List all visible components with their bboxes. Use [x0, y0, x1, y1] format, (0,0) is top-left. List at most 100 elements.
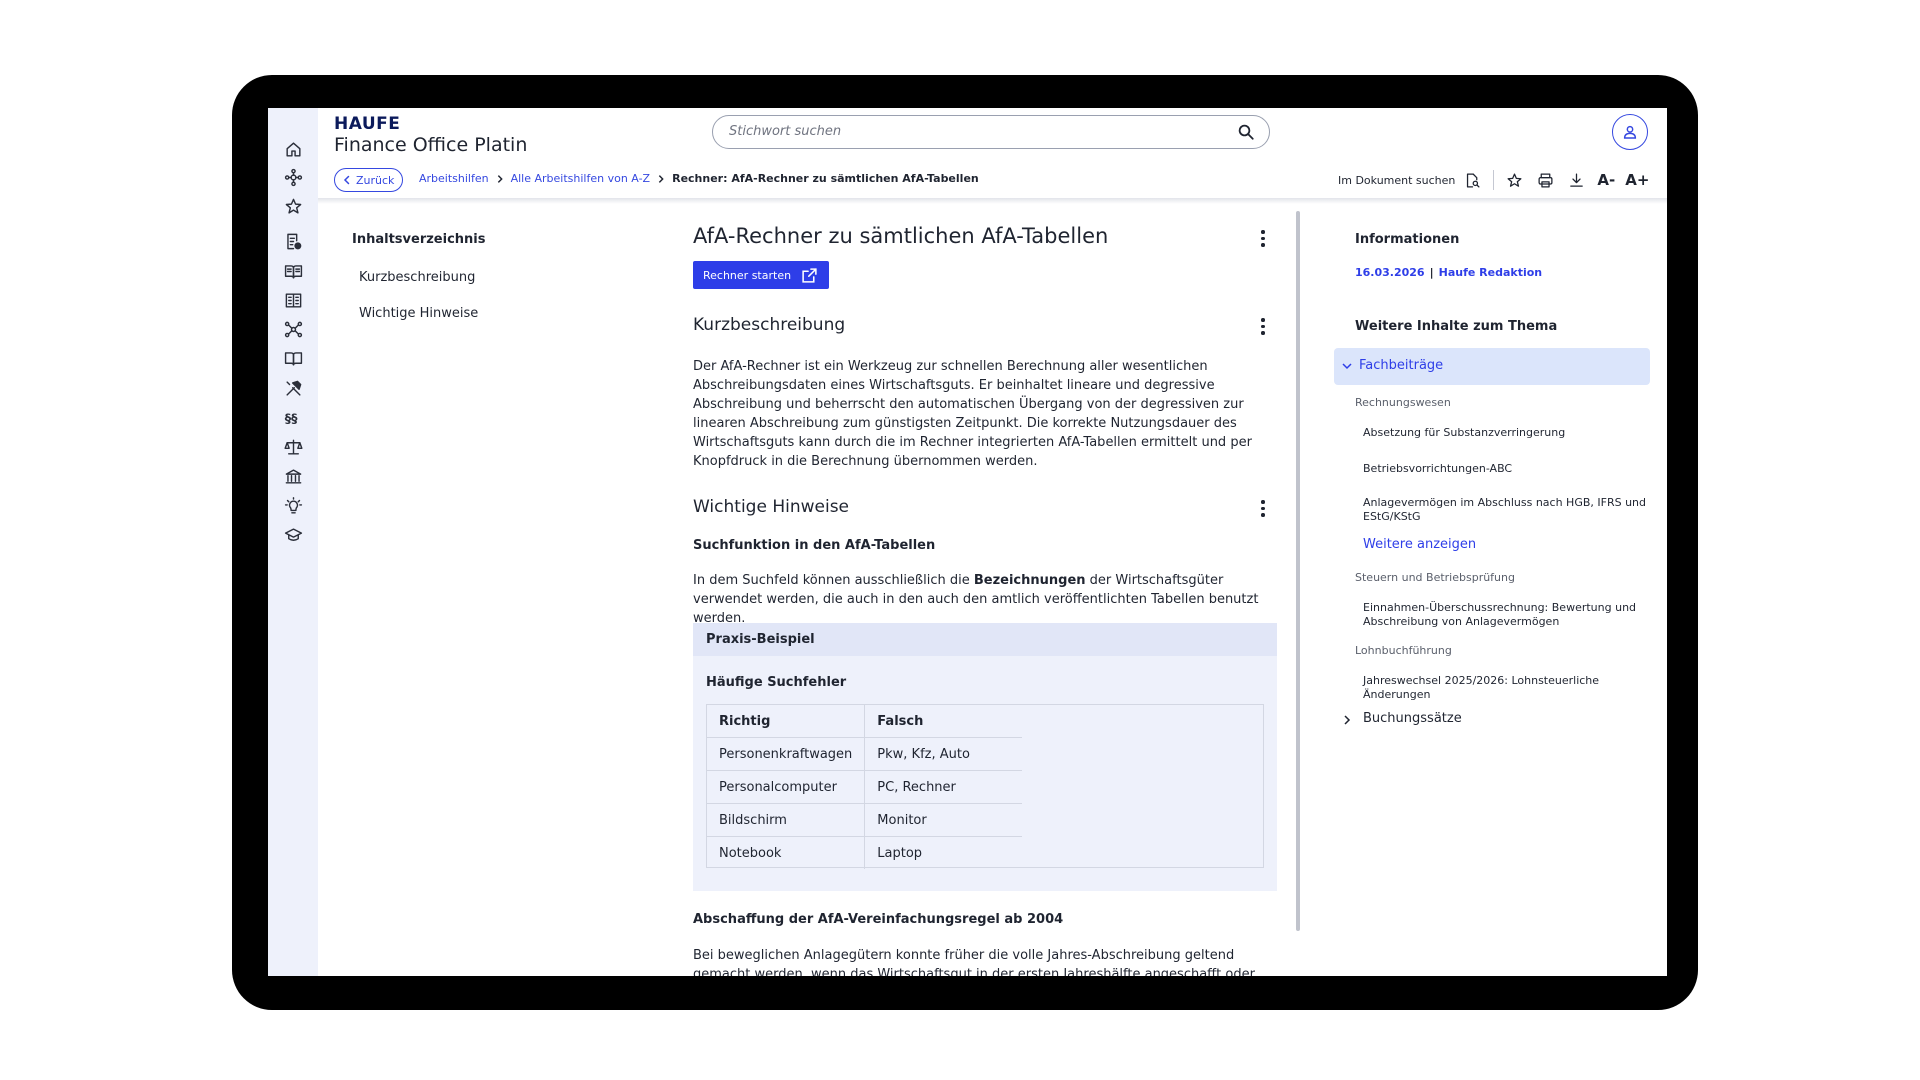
bank-icon[interactable] — [283, 466, 303, 486]
text-part: In dem Suchfeld können ausschließlich di… — [693, 573, 974, 588]
start-calculator-label: Rechner starten — [703, 268, 792, 282]
user-icon — [1623, 125, 1637, 139]
toc-item-kurzbeschreibung[interactable]: Kurzbeschreibung — [359, 270, 475, 285]
subsection-suchfunktion-text: In dem Suchfeld können ausschließlich di… — [693, 571, 1273, 628]
toc-item-hinweise[interactable]: Wichtige Hinweise — [359, 306, 478, 321]
chevron-down-icon — [1342, 363, 1352, 370]
content-scrollbar[interactable] — [1296, 211, 1300, 931]
open-book-icon[interactable] — [283, 261, 303, 281]
app-screen: §§ HAUFE Finance Office Platin Zurück Ar… — [268, 108, 1667, 976]
table-cell: Monitor — [864, 803, 1023, 837]
document-settings-icon[interactable] — [283, 231, 303, 251]
info-author[interactable]: Haufe Redaktion — [1439, 266, 1543, 279]
search-icon[interactable] — [1237, 123, 1255, 145]
section-title-kurzbeschreibung: Kurzbeschreibung — [693, 315, 846, 335]
toolbar-divider — [1493, 170, 1495, 190]
show-more-link[interactable]: Weitere anzeigen — [1363, 537, 1476, 552]
group-buchungssaetze[interactable]: Buchungssätze — [1363, 711, 1462, 726]
related-item[interactable]: Absetzung für Substanzverringerung — [1363, 426, 1651, 440]
home-icon[interactable] — [283, 139, 303, 159]
category-steuern: Steuern und Betriebsprüfung — [1355, 571, 1515, 584]
breadcrumb-current: Rechner: AfA-Rechner zu sämtlichen AfA-T… — [672, 172, 979, 185]
info-title: Informationen — [1355, 232, 1460, 247]
external-link-icon — [802, 267, 817, 283]
related-item[interactable]: Betriebsvorrichtungen-ABC — [1363, 462, 1651, 476]
chevron-right-icon — [497, 174, 503, 183]
font-larger-button[interactable]: A+ — [1625, 171, 1649, 189]
table-header-row: Richtig Falsch — [707, 705, 1023, 738]
table-cell: Bildschirm — [707, 803, 866, 837]
star-icon[interactable] — [283, 196, 303, 216]
book-icon[interactable] — [283, 348, 303, 368]
search-box[interactable] — [712, 115, 1270, 149]
back-label: Zurück — [356, 173, 395, 187]
section1-text: Der AfA-Rechner ist ein Werkzeug zur sch… — [693, 359, 1252, 469]
section-title-hinweise: Wichtige Hinweise — [693, 497, 850, 517]
tools-icon[interactable] — [283, 378, 303, 398]
breadcrumb-item-all[interactable]: Alle Arbeitshilfen von A-Z — [511, 172, 651, 185]
sidebar: §§ — [268, 108, 318, 976]
toc-title: Inhaltsverzeichnis — [352, 232, 486, 247]
title-more-menu-icon[interactable] — [1258, 230, 1268, 247]
info-meta: 16.03.2026 | Haufe Redaktion — [1355, 266, 1542, 279]
breadcrumb: Arbeitshilfen Alle Arbeitshilfen von A-Z… — [419, 172, 979, 185]
related-item[interactable]: Jahreswechsel 2025/2026: Lohnsteuerliche… — [1363, 674, 1651, 702]
page-title: AfA-Rechner zu sämtlichen AfA-Tabellen — [693, 224, 1109, 248]
paragraph-icon[interactable]: §§ — [283, 407, 303, 427]
text-bold: Bezeichnungen — [973, 573, 1086, 588]
table-row: Bildschirm Monitor — [707, 803, 1023, 837]
start-calculator-button[interactable]: Rechner starten — [693, 261, 829, 289]
table-row: Personenkraftwagen Pkw, Kfz, Auto — [707, 737, 1023, 771]
table-row: Personalcomputer PC, Rechner — [707, 770, 1023, 804]
header-divider — [318, 198, 1667, 204]
table-header: Falsch — [864, 705, 1023, 738]
font-smaller-button[interactable]: A- — [1597, 171, 1615, 189]
graduation-cap-icon[interactable] — [283, 525, 303, 545]
brand-logo[interactable]: HAUFE — [334, 114, 400, 134]
practice-example-subtitle: Häufige Suchfehler — [706, 675, 847, 690]
info-date: 16.03.2026 — [1355, 266, 1425, 279]
related-item[interactable]: Anlagevermögen im Abschluss nach HGB, IF… — [1363, 496, 1651, 524]
chevron-left-icon — [343, 175, 350, 185]
chevron-right-icon[interactable] — [1341, 714, 1353, 726]
network-icon[interactable] — [283, 319, 303, 339]
group-fachbeitraege-label: Fachbeiträge — [1359, 358, 1444, 373]
practice-example-label: Praxis-Beispiel — [706, 632, 815, 647]
search-input[interactable] — [727, 123, 1211, 140]
breadcrumb-item-arbeitshilfen[interactable]: Arbeitshilfen — [419, 172, 489, 185]
document-toolbar: Im Dokument suchen A- A+ — [1338, 168, 1649, 192]
lightbulb-icon[interactable] — [283, 496, 303, 516]
doc-search-label[interactable]: Im Dokument suchen — [1338, 174, 1455, 187]
section2-more-menu-icon[interactable] — [1258, 500, 1268, 517]
print-icon[interactable] — [1534, 169, 1556, 191]
subsection-title-vereinfachungsregel: Abschaffung der AfA-Vereinfachungsregel … — [693, 912, 1064, 927]
table-cell: Pkw, Kfz, Auto — [864, 737, 1023, 771]
svg-text:§§: §§ — [284, 410, 297, 425]
table-header: Richtig — [707, 705, 866, 738]
meta-separator: | — [1429, 266, 1434, 279]
related-item[interactable]: Einnahmen-Überschussrechnung: Bewertung … — [1363, 601, 1651, 629]
section1-more-menu-icon[interactable] — [1258, 318, 1268, 335]
search-errors-table: Richtig Falsch Personenkraftwagen Pkw, K… — [706, 704, 1264, 869]
doc-search-icon[interactable] — [1461, 169, 1483, 191]
user-avatar-button[interactable] — [1612, 114, 1648, 150]
category-lohnbuchfuehrung: Lohnbuchführung — [1355, 644, 1452, 657]
table-cell: Personenkraftwagen — [707, 737, 866, 771]
chevron-right-icon — [658, 174, 664, 183]
table-cell: Laptop — [877, 845, 923, 861]
favorite-star-icon[interactable] — [1503, 169, 1525, 191]
table-cell: Notebook — [707, 836, 866, 869]
product-name: Finance Office Platin — [334, 134, 528, 156]
subsection-vereinfachungsregel-text: Bei beweglichen Anlagegütern konnte früh… — [693, 948, 1255, 976]
back-button[interactable]: Zurück — [334, 168, 404, 192]
news-icon[interactable] — [283, 290, 303, 310]
group-fachbeitraege[interactable]: Fachbeiträge — [1334, 348, 1650, 385]
subsection-title-suchfunktion: Suchfunktion in den AfA-Tabellen — [693, 538, 936, 553]
hub-icon[interactable] — [283, 167, 303, 187]
scales-icon[interactable] — [283, 437, 303, 457]
related-title: Weitere Inhalte zum Thema — [1355, 319, 1558, 334]
download-icon[interactable] — [1565, 169, 1587, 191]
table-row: Notebook Laptop — [707, 836, 1022, 869]
table-cell: Personalcomputer — [707, 770, 866, 804]
practice-example-box: Praxis-Beispiel Häufige Suchfehler Richt… — [693, 623, 1277, 891]
